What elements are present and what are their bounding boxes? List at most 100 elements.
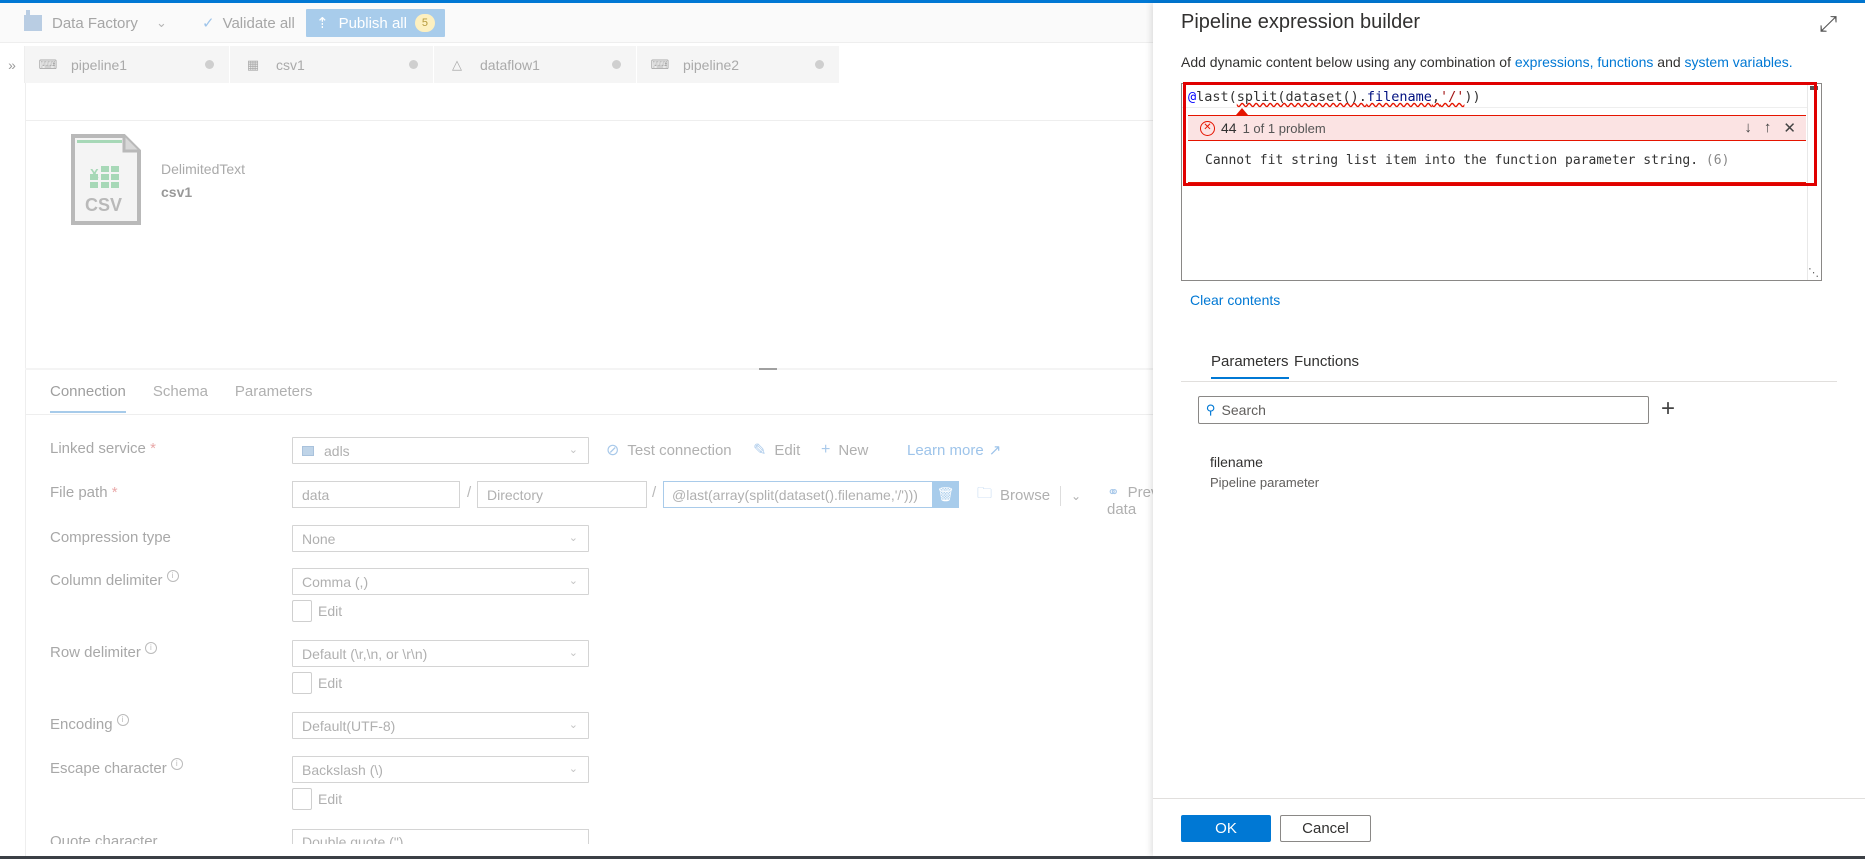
parameter-item[interactable]: filename [1210, 454, 1263, 470]
unsaved-dot [612, 60, 621, 69]
action-label: Edit [774, 441, 801, 459]
tab-pipeline1[interactable]: ⌨ pipeline1 [25, 46, 230, 83]
dataflow-icon: △ [452, 56, 462, 72]
tab-functions[interactable]: Functions [1294, 353, 1359, 378]
delete-expression-icon[interactable]: 🗑 [932, 481, 959, 508]
publish-all-button[interactable]: ⇡ Publish all 5 [306, 9, 445, 37]
table-icon: ▦ [246, 56, 260, 72]
new-linked-service-button[interactable]: + New [821, 439, 868, 461]
checkbox[interactable] [292, 600, 312, 622]
chevron-down-icon[interactable]: ⌄ [1071, 489, 1081, 503]
splitter-handle[interactable] [759, 368, 777, 370]
expand-sidebar-icon[interactable]: » [0, 46, 25, 83]
learn-more-link[interactable]: Learn more ↗ [907, 439, 1001, 461]
file-name-expression-input[interactable]: @last(array(split(dataset().filename,'/'… [663, 481, 956, 508]
editor-scrollbar[interactable] [1807, 84, 1821, 280]
authoring-area: Data Factory ⌄ ✓ Validate all ⇡ Publish … [0, 3, 1181, 856]
edit-linked-service-button[interactable]: ✎ Edit [753, 439, 800, 461]
checkbox[interactable] [292, 788, 312, 810]
chevron-down-icon: ⌄ [568, 719, 578, 731]
data-factory-selector[interactable]: Data Factory [24, 3, 138, 43]
select-value: adls [324, 442, 350, 459]
next-problem-icon[interactable]: ↓ [1744, 119, 1752, 137]
close-icon[interactable]: ✕ [1783, 119, 1796, 137]
tab-dataflow1[interactable]: △ dataflow1 [434, 46, 637, 83]
directory-input[interactable]: Directory [477, 481, 647, 508]
chevron-down-icon: ⌄ [568, 763, 578, 775]
tab-pipeline2[interactable]: ⌨ pipeline2 [637, 46, 840, 83]
info-icon[interactable]: i [144, 642, 157, 654]
upload-icon: ⇡ [316, 15, 329, 32]
encoding-select[interactable]: Default(UTF-8) ⌄ [292, 712, 589, 739]
validate-all-label: Validate all [222, 14, 295, 32]
expression-code[interactable]: @last(split(dataset().filename,'/')) [1188, 89, 1481, 105]
scrollbar-thumb[interactable] [1810, 86, 1818, 90]
cancel-button[interactable]: Cancel [1280, 815, 1371, 842]
parameter-search-input[interactable]: ⚲ Search [1198, 396, 1649, 424]
folder-icon: 🗀 [977, 485, 993, 502]
tab-csv1[interactable]: ▦ csv1 [230, 46, 434, 83]
label-text: Escape character [50, 760, 167, 777]
select-value: Default (\r,\n, or \r\n) [302, 645, 428, 662]
label-text: Encoding [50, 716, 113, 733]
checkbox-label: Edit [318, 675, 343, 691]
row-delimiter-edit-checkbox[interactable]: Edit [292, 672, 342, 694]
column-delimiter-select[interactable]: Comma (,) ⌄ [292, 568, 589, 595]
error-position: (6) [1705, 153, 1730, 168]
tab-schema[interactable]: Schema [153, 383, 208, 413]
checkbox[interactable] [292, 672, 312, 694]
tab-label: csv1 [276, 56, 305, 73]
action-label: New [838, 441, 869, 459]
previous-problem-icon[interactable]: ↑ [1764, 119, 1772, 137]
quote-character-select[interactable]: Double quote (") [292, 829, 589, 844]
column-delimiter-edit-checkbox[interactable]: Edit [292, 600, 342, 622]
dataset-name: csv1 [161, 184, 193, 200]
builder-tabs: Parameters Functions [1181, 348, 1837, 382]
checkbox-label: Edit [318, 603, 343, 619]
system-variables-link[interactable]: system variables. [1685, 54, 1793, 70]
validate-all-button[interactable]: ✓ Validate all [202, 3, 295, 43]
linked-service-select[interactable]: adls ⌄ [292, 437, 589, 464]
browse-button[interactable]: 🗀 Browse ⌄ [977, 483, 1081, 508]
functions-link[interactable]: functions [1597, 54, 1653, 70]
pipeline-icon: ⌨ [650, 56, 670, 72]
chevron-down-icon: ⌄ [568, 444, 578, 456]
tab-label: pipeline2 [683, 56, 740, 73]
expression-editor[interactable]: @last(split(dataset().filename,'/')) ✕ 4… [1181, 83, 1822, 281]
tab-label: pipeline1 [71, 56, 128, 73]
tab-parameters[interactable]: Parameters [1211, 353, 1289, 379]
parameter-type: Pipeline parameter [1210, 475, 1320, 490]
publish-count-badge: 5 [414, 14, 435, 32]
chevron-down-icon[interactable]: ⌄ [156, 3, 167, 43]
plus-icon: + [821, 441, 831, 458]
tab-connection[interactable]: Connection [50, 383, 126, 413]
csv-icon-text: CSV [85, 195, 122, 215]
ok-button[interactable]: OK [1181, 815, 1271, 842]
expand-icon[interactable]: ⤢ [1819, 11, 1837, 37]
expressions-link[interactable]: expressions, [1515, 54, 1594, 70]
code-token: last( [1196, 89, 1237, 105]
action-label: Test connection [627, 441, 732, 459]
dataset-type: DelimitedText [161, 161, 246, 177]
code-token: split(dataset(). [1236, 89, 1367, 105]
pencil-icon: ✎ [753, 442, 767, 459]
pane-splitter[interactable] [25, 368, 1153, 370]
compression-type-select[interactable]: None ⌄ [292, 525, 589, 552]
info-icon[interactable]: i [116, 714, 129, 726]
linked-service-label: Linked service * [50, 440, 156, 457]
info-icon[interactable]: i [166, 570, 179, 582]
clear-contents-link[interactable]: Clear contents [1190, 292, 1280, 308]
error-squiggle: split(dataset().filename,'/' [1237, 89, 1465, 105]
select-value: None [302, 530, 336, 547]
container-input[interactable]: data [292, 481, 460, 508]
add-parameter-icon[interactable]: + [1661, 395, 1675, 423]
escape-character-select[interactable]: Backslash (\) ⌄ [292, 756, 589, 783]
row-delimiter-select[interactable]: Default (\r,\n, or \r\n) ⌄ [292, 640, 589, 667]
test-connection-button[interactable]: ⊘ Test connection [606, 439, 732, 461]
desc-text: Add dynamic content below using any comb… [1181, 54, 1515, 70]
divider [25, 120, 1153, 121]
escape-character-edit-checkbox[interactable]: Edit [292, 788, 342, 810]
info-icon[interactable]: i [170, 758, 183, 770]
tab-parameters[interactable]: Parameters [235, 383, 313, 413]
resize-handle-icon[interactable]: ⋱ [1808, 266, 1819, 279]
